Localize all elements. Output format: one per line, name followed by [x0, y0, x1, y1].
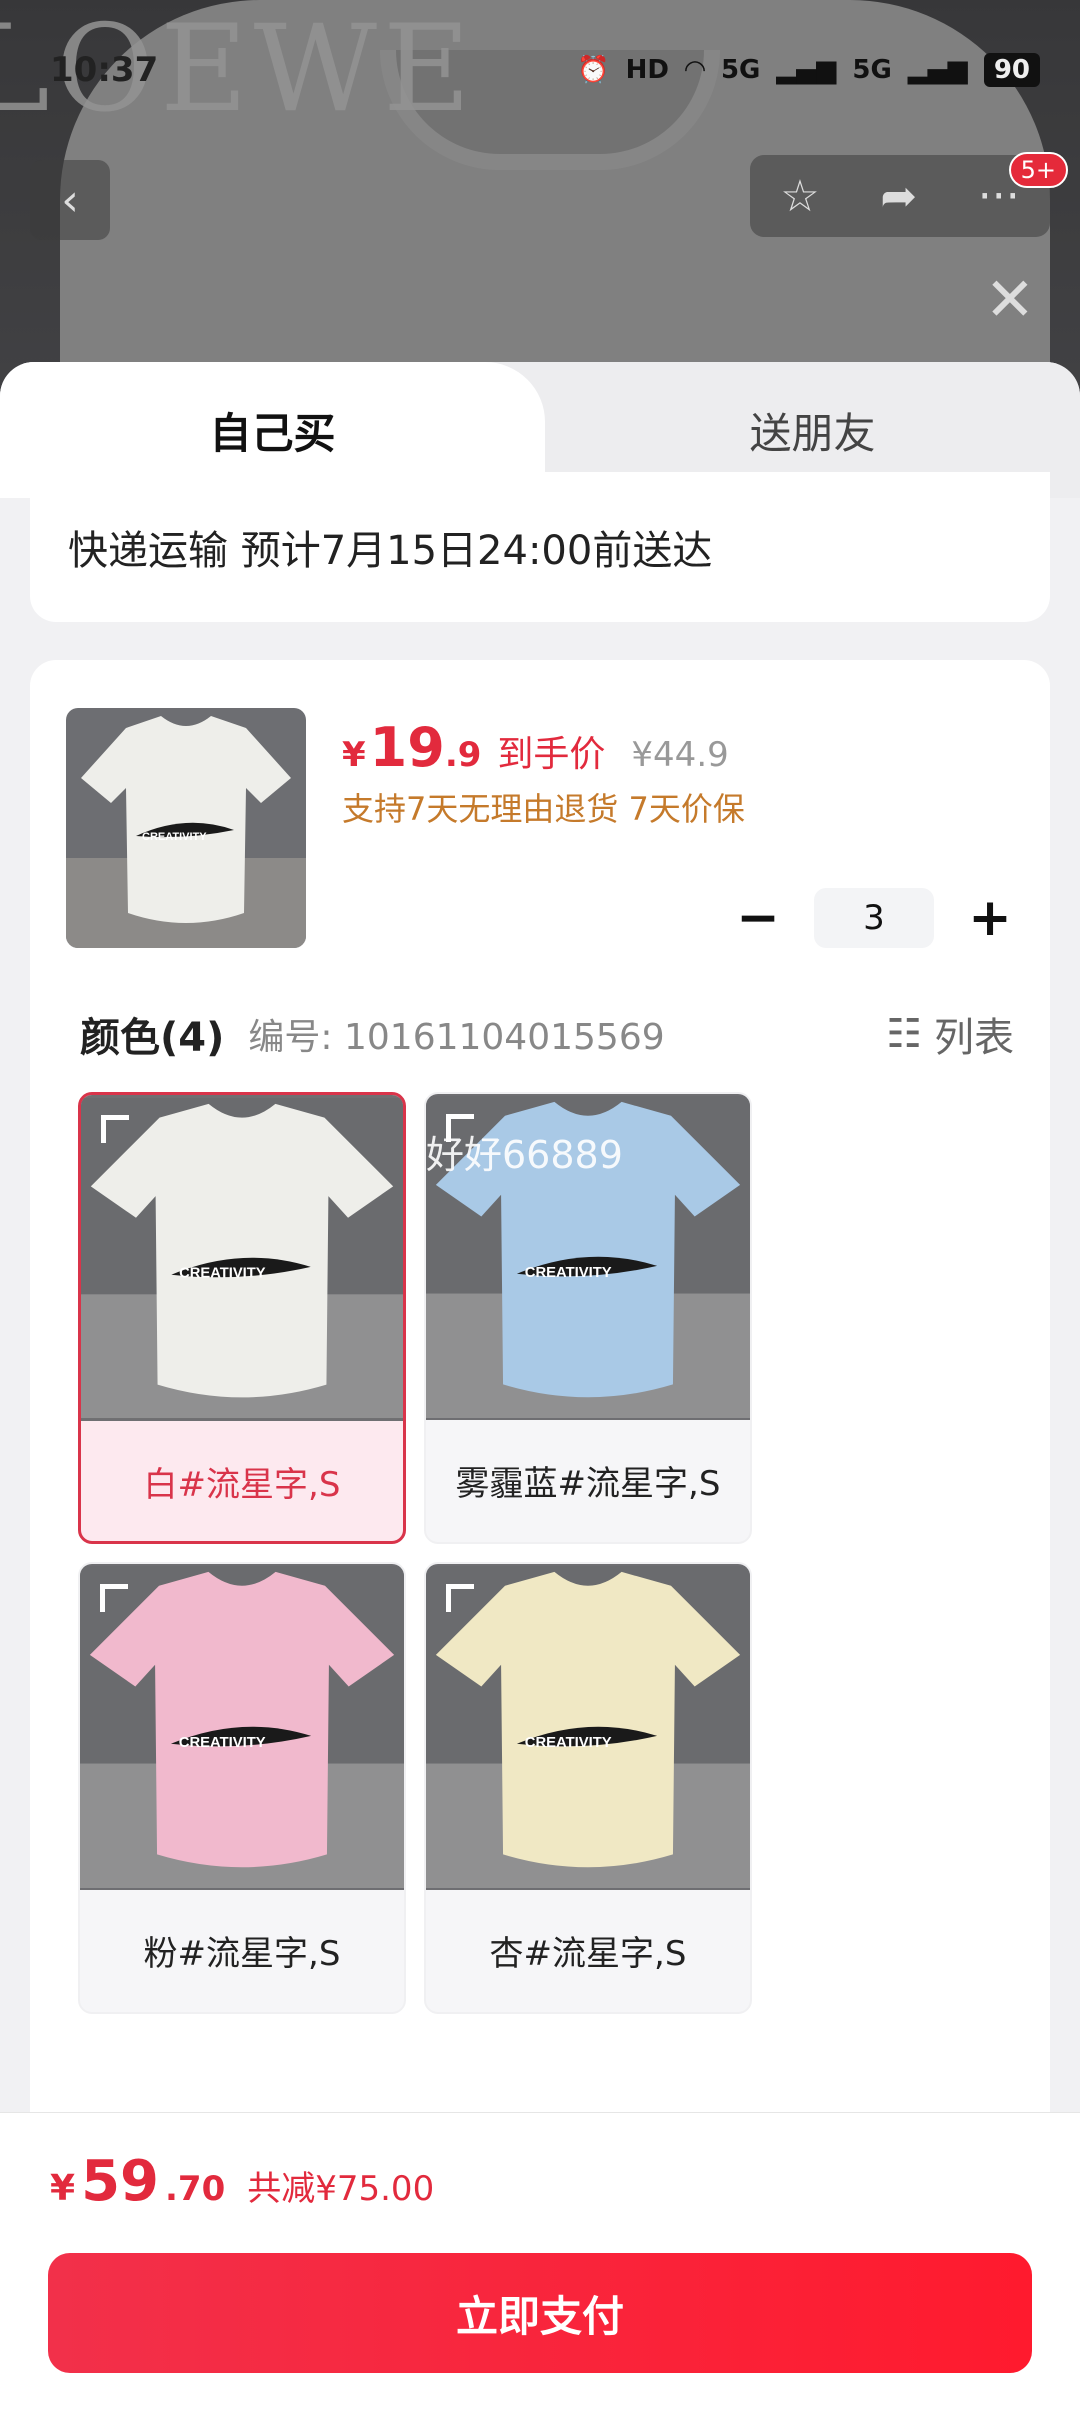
- checkout-bar: ¥ 59 .70 共减¥75.00 立即支付: [0, 2112, 1080, 2412]
- color-option-image: CREATIVITY: [81, 1095, 403, 1421]
- color-option-image: CREATIVITY: [426, 1564, 750, 1890]
- svg-text:CREATIVITY: CREATIVITY: [525, 1265, 612, 1281]
- signal-5g-icon: 5G: [720, 55, 761, 85]
- hd-icon: HD: [625, 55, 669, 85]
- color-option-apricot[interactable]: CREATIVITY 杏#流星字,S: [424, 1562, 752, 2014]
- delivery-info: 快递运输 预计7月15日24:00前送达: [30, 472, 1050, 622]
- color-option-label: 粉#流星字,S: [143, 1933, 341, 1974]
- tshirt-white-image: CREATIVITY: [81, 1097, 403, 1419]
- alarm-icon: ⏰: [577, 55, 610, 85]
- list-icon: ☷: [886, 1011, 922, 1057]
- tshirt-apricot-image: CREATIVITY: [426, 1565, 750, 1889]
- product-card: CREATIVITY ¥ 19 .9 到手价 ¥44.9 支持7天无理由退货 7…: [30, 660, 1050, 2160]
- tshirt-thumbnail-image: CREATIVITY: [66, 708, 306, 948]
- battery-indicator: 90: [983, 53, 1040, 87]
- expand-corner-icon: [100, 1584, 128, 1612]
- total-decimal: .70: [165, 2169, 226, 2209]
- guarantee-text: 支持7天无理由退货 7天价保: [342, 790, 745, 828]
- signal-bars-icon-2: ▂▄▆: [907, 55, 968, 85]
- color-section-header: 颜色(4) 编号: 10161104015569 ☷ 列表: [80, 1005, 1014, 1063]
- decrease-button[interactable]: −: [734, 888, 782, 948]
- price-row: ¥ 19 .9 到手价 ¥44.9: [342, 716, 729, 779]
- color-option-image: CREATIVITY: [80, 1564, 404, 1890]
- svg-text:CREATIVITY: CREATIVITY: [179, 1735, 266, 1751]
- list-view-toggle[interactable]: ☷ 列表: [886, 1005, 1014, 1063]
- header-actions: ☆ ➦ ···: [750, 155, 1050, 237]
- product-thumbnail[interactable]: CREATIVITY: [66, 708, 306, 948]
- color-option-label: 雾霾蓝#流星字,S: [455, 1463, 721, 1504]
- status-bar: 10:37 ⏰ HD ◠ 5G ▂▄▆ 5G ▂▄▆ 90: [50, 40, 1040, 100]
- purchase-sheet: 送朋友 自己买 快递运输 预计7月15日24:00前送达 CREATIVITY …: [0, 362, 1080, 2412]
- discount-total: 共减¥75.00: [247, 2169, 435, 2209]
- wifi-icon: ◠: [684, 55, 705, 85]
- svg-text:CREATIVITY: CREATIVITY: [525, 1735, 612, 1751]
- color-option-label: 杏#流星字,S: [489, 1933, 687, 1974]
- share-icon[interactable]: ➦: [880, 171, 917, 222]
- product-code: 编号: 10161104015569: [248, 1017, 665, 1058]
- quantity-stepper: − 3 +: [734, 888, 1014, 948]
- original-price: ¥44.9: [631, 735, 729, 775]
- color-options-grid: CREATIVITY 白#流星字,S CREATIVITY 好好66889 雾霾…: [78, 1092, 752, 2014]
- status-icons: ⏰ HD ◠ 5G ▂▄▆ 5G ▂▄▆ 90: [577, 53, 1040, 87]
- chevron-left-icon: ‹: [61, 174, 79, 226]
- signal-5g-icon-2: 5G: [852, 55, 892, 85]
- total-currency: ¥: [50, 2168, 76, 2209]
- pay-now-button[interactable]: 立即支付: [48, 2253, 1032, 2373]
- list-label: 列表: [934, 1015, 1014, 1061]
- color-option-white[interactable]: CREATIVITY 白#流星字,S: [78, 1092, 406, 1544]
- expand-corner-icon: [101, 1115, 129, 1143]
- price-currency: ¥: [342, 735, 366, 775]
- message-badge: 5+: [1008, 152, 1068, 188]
- price-label: 到手价: [497, 734, 606, 775]
- back-button[interactable]: ‹: [30, 160, 110, 240]
- color-option-image: CREATIVITY 好好66889: [426, 1094, 750, 1420]
- close-icon[interactable]: ✕: [985, 270, 1035, 330]
- total-integer: 59: [81, 2149, 159, 2214]
- image-watermark: 好好66889: [426, 1133, 623, 1177]
- quantity-value[interactable]: 3: [814, 888, 934, 948]
- price-decimal: .9: [444, 735, 482, 775]
- increase-button[interactable]: +: [966, 888, 1014, 948]
- color-option-label: 白#流星字,S: [143, 1464, 341, 1505]
- signal-bars-icon: ▂▄▆: [776, 55, 837, 85]
- expand-corner-icon: [446, 1584, 474, 1612]
- status-time: 10:37: [50, 50, 159, 90]
- price-integer: 19: [369, 716, 445, 779]
- color-title: 颜色(4): [80, 1015, 225, 1061]
- svg-text:CREATIVITY: CREATIVITY: [179, 1266, 266, 1282]
- color-option-pink[interactable]: CREATIVITY 粉#流星字,S: [78, 1562, 406, 2014]
- total-price: ¥ 59 .70 共减¥75.00: [50, 2149, 434, 2214]
- svg-text:CREATIVITY: CREATIVITY: [142, 831, 207, 843]
- tshirt-pink-image: CREATIVITY: [80, 1565, 404, 1889]
- favorite-star-icon[interactable]: ☆: [780, 171, 819, 222]
- color-option-blue[interactable]: CREATIVITY 好好66889 雾霾蓝#流星字,S: [424, 1092, 752, 1544]
